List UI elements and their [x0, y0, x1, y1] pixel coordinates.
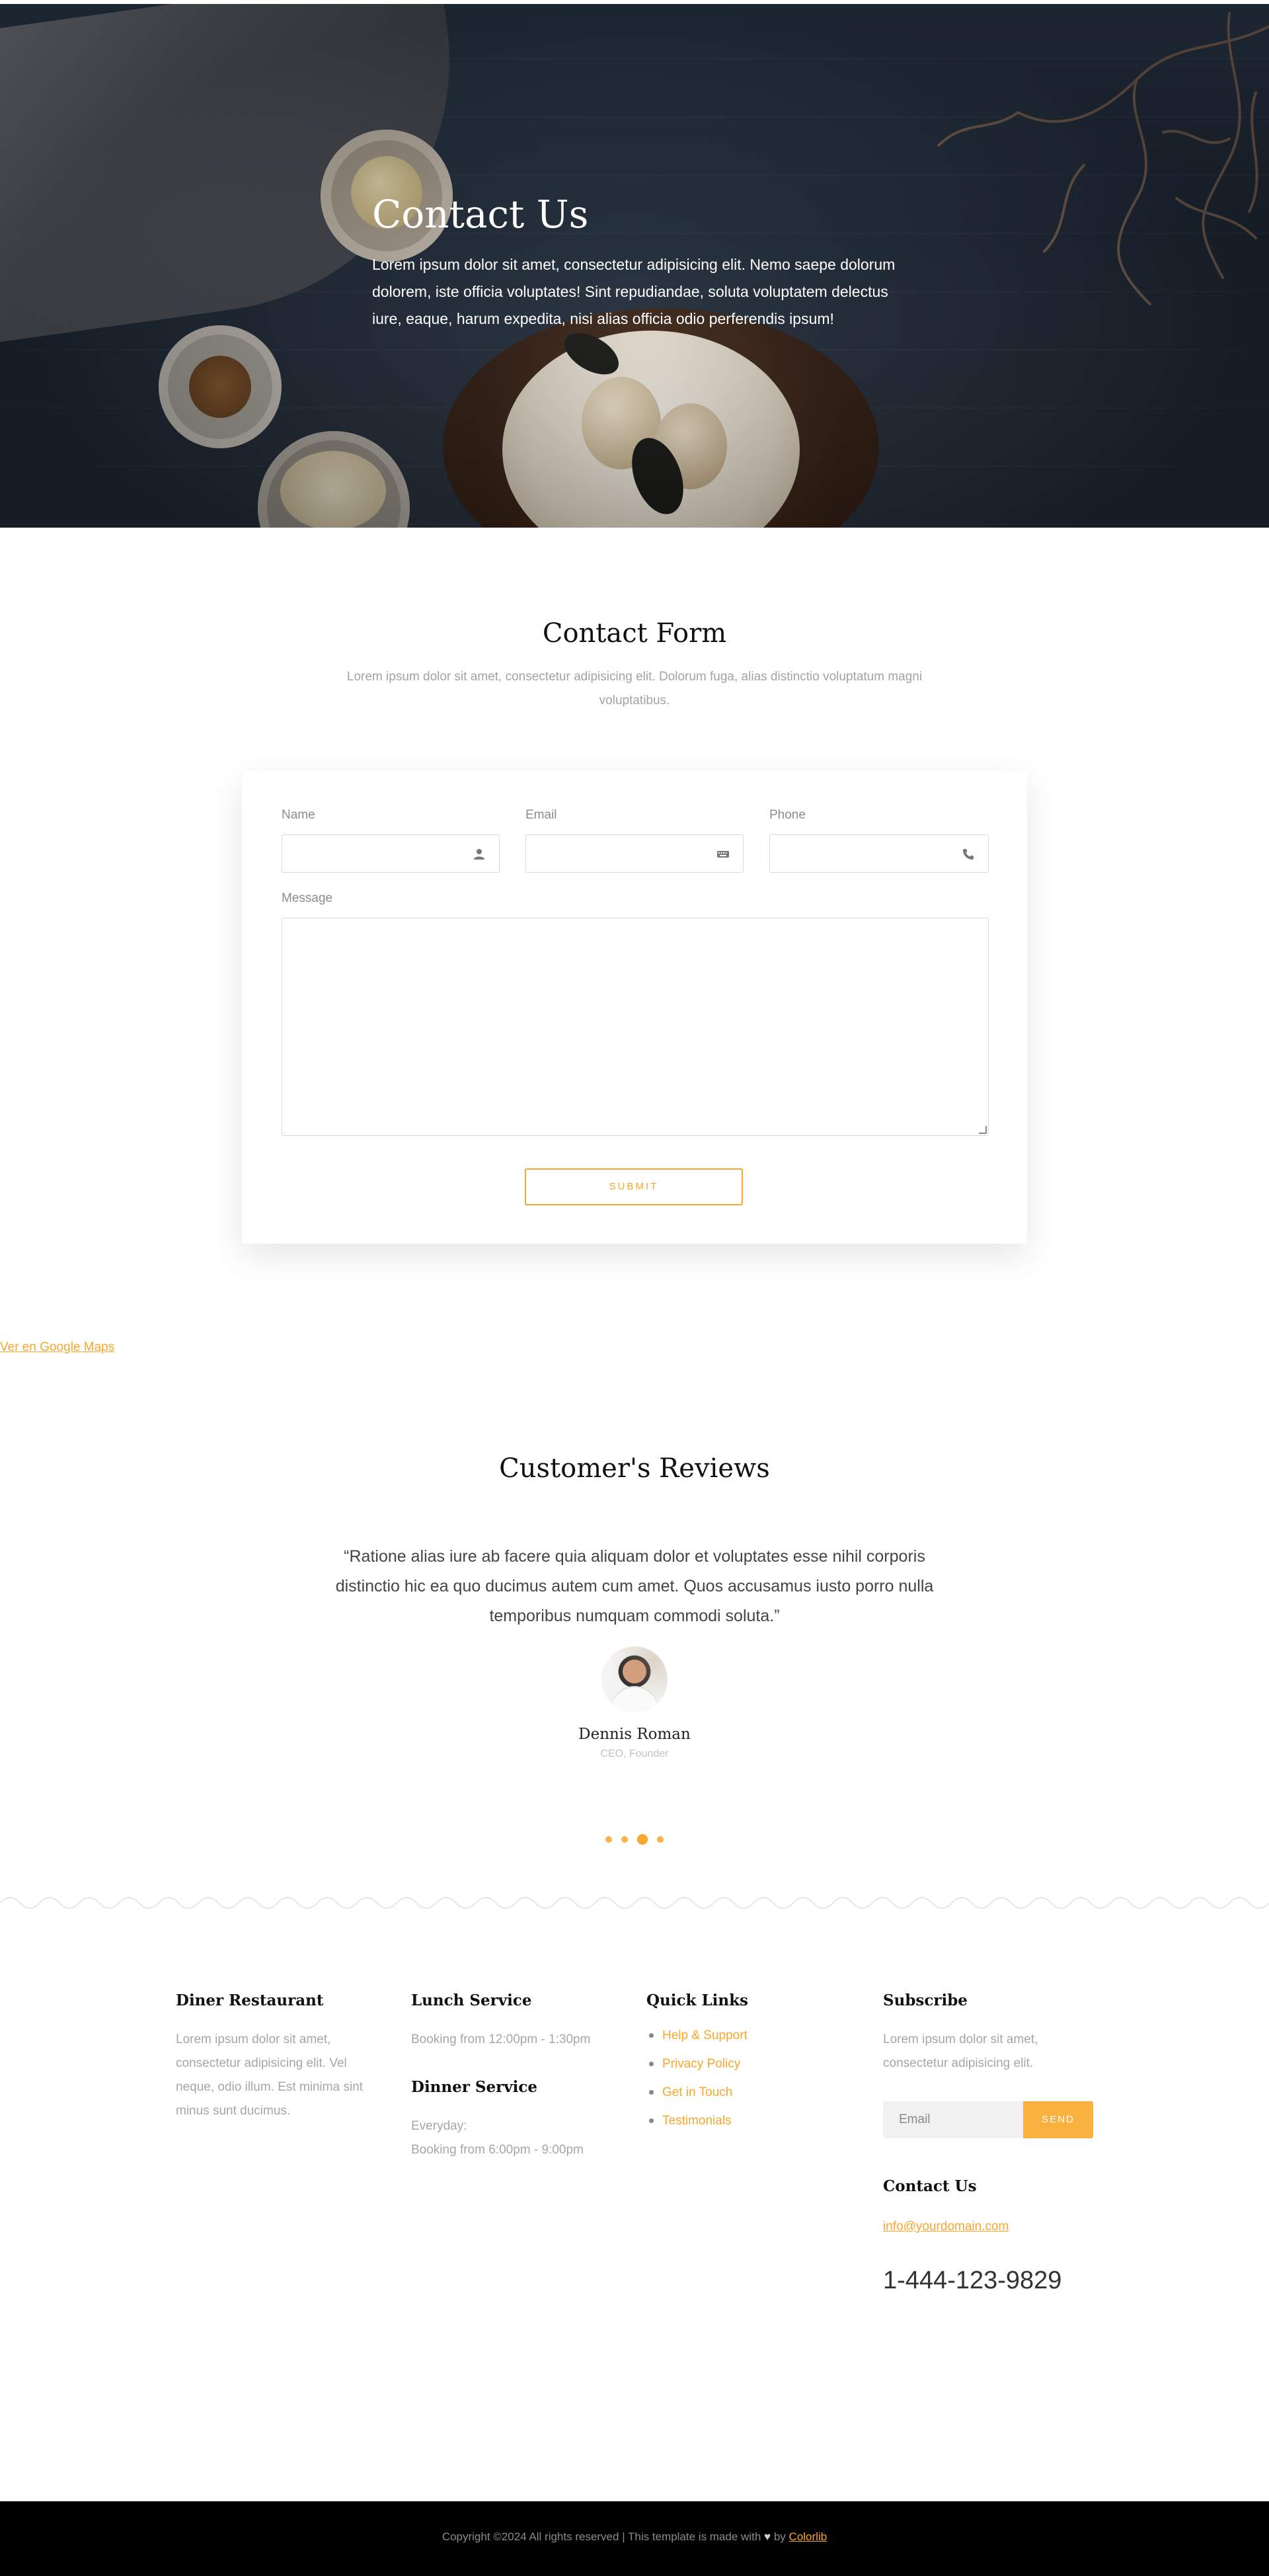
carousel-dot[interactable] — [657, 1836, 664, 1843]
footer-subscribe: Subscribe Lorem ipsum dolor sit amet, co… — [883, 1992, 1101, 2075]
quick-link-contact[interactable]: Get in Touch — [646, 2078, 858, 2107]
avatar — [601, 1646, 668, 1712]
email-field[interactable] — [525, 834, 744, 873]
page-title: Contact Us — [372, 192, 589, 237]
footer-about: Diner Restaurant Lorem ipsum dolor sit a… — [176, 1992, 385, 2123]
phone-label: Phone — [769, 808, 806, 822]
contact-form-subtitle: Lorem ipsum dolor sit amet, consectetur … — [346, 670, 923, 707]
copyright-text: Copyright ©2024 All rights reserved | Th… — [442, 2530, 761, 2543]
copyright-line: Copyright ©2024 All rights reserved | Th… — [0, 2530, 1269, 2544]
review-quote: “Ratione alias iure ab facere quia aliqu… — [335, 1547, 934, 1625]
resize-handle-icon[interactable] — [979, 1126, 987, 1134]
carousel-dot[interactable] — [621, 1836, 628, 1843]
quick-links-list: Help & Support Privacy Policy Get in Tou… — [646, 2021, 858, 2135]
quick-link-testimonials[interactable]: Testimonials — [646, 2107, 858, 2135]
contact-form-title: Contact Form — [542, 618, 727, 649]
top-edge — [0, 0, 1269, 4]
heart-icon: ♥ — [764, 2530, 771, 2543]
reviews-title: Customer's Reviews — [499, 1453, 770, 1484]
quick-link-privacy[interactable]: Privacy Policy — [646, 2050, 858, 2078]
footer-about-heading: Diner Restaurant — [176, 1992, 324, 2009]
contact-phone: 1-444-123-9829 — [883, 2267, 1062, 2294]
wave-divider — [0, 1897, 1269, 1909]
copyright-bar: Copyright ©2024 All rights reserved | Th… — [0, 2501, 1269, 2576]
subscribe-email-input[interactable]: Email — [883, 2101, 1023, 2138]
footer-service: Lunch Service Booking from 12:00pm - 1:3… — [411, 1992, 623, 2162]
message-label: Message — [282, 891, 333, 905]
submit-button[interactable]: SUBMIT — [525, 1168, 743, 1205]
copyright-by: by — [773, 2530, 786, 2543]
hero-banner: Contact Us Lorem ipsum dolor sit amet, c… — [0, 0, 1269, 528]
carousel-dot[interactable] — [605, 1836, 612, 1843]
footer-quick-links: Quick Links Help & Support Privacy Polic… — [646, 1992, 858, 2135]
footer-contact: Contact Us info@yourdomain.com — [883, 2177, 1101, 2239]
name-field[interactable] — [282, 834, 500, 873]
lunch-text: Booking from 12:00pm - 1:30pm — [411, 2033, 591, 2046]
google-maps-link[interactable]: Ver en Google Maps — [0, 1340, 114, 1355]
phone-field[interactable] — [769, 834, 989, 873]
reviewer-role: CEO, Founder — [600, 1748, 669, 1759]
name-label: Name — [282, 808, 315, 822]
colorlib-link[interactable]: Colorlib — [789, 2530, 827, 2543]
user-icon — [474, 849, 484, 860]
subscribe-heading: Subscribe — [883, 1992, 968, 2009]
phone-icon — [963, 849, 974, 860]
carousel-dot-active[interactable] — [637, 1834, 648, 1845]
footer-about-text: Lorem ipsum dolor sit amet, consectetur … — [176, 2033, 364, 2118]
contact-email-link[interactable]: info@yourdomain.com — [883, 2215, 1101, 2239]
contact-form: Name Email Phone Message SUBMIT — [242, 771, 1027, 1244]
dinner-line2: Booking from 6:00pm - 9:00pm — [411, 2143, 584, 2157]
carousel-dots — [605, 1834, 664, 1845]
lunch-heading: Lunch Service — [411, 1992, 532, 2009]
quick-link-help[interactable]: Help & Support — [646, 2021, 858, 2050]
dinner-heading: Dinner Service — [411, 2078, 537, 2096]
email-label: Email — [525, 808, 557, 822]
subscribe-text: Lorem ipsum dolor sit amet, consectetur … — [883, 2033, 1038, 2070]
dinner-line1: Everyday: — [411, 2119, 467, 2133]
message-textarea[interactable] — [282, 918, 989, 1136]
quick-links-heading: Quick Links — [646, 1992, 748, 2009]
contact-heading: Contact Us — [883, 2177, 977, 2195]
reviewer-name: Dennis Roman — [578, 1726, 691, 1743]
send-button[interactable]: SEND — [1023, 2101, 1093, 2138]
hero-description: Lorem ipsum dolor sit amet, consectetur … — [372, 256, 896, 327]
keyboard-icon — [717, 851, 729, 858]
